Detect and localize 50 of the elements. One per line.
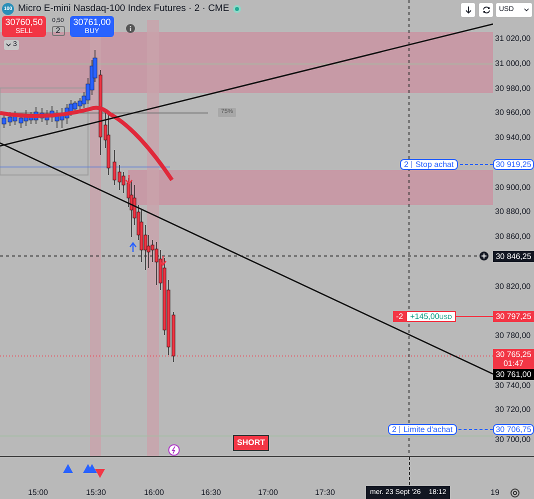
order-quantity: 2 [404,160,408,169]
short-signal-label: SHORT [233,435,269,451]
price-tick: 30 940,00 [495,133,531,143]
order-label[interactable]: 2 Stop achat [400,159,458,170]
order-type: Stop achat [415,160,454,169]
price-tick: 30 880,00 [495,207,531,218]
chevron-icon [6,43,11,47]
price-tick: 30 700,00 [495,435,531,445]
price-label: 30 765,25 01:47 [493,349,534,369]
order-label[interactable]: 2 Limite d'achat [388,424,457,435]
price-label: 30 797,25 [493,311,534,322]
order-quantity: 2 [392,425,396,434]
price-tick: 30 780,00 [495,331,531,341]
chevron-icon [524,8,529,12]
price-label: 30 761,00 [493,369,534,380]
refresh-button[interactable] [479,3,493,17]
time-tick: 17:30 [314,488,336,498]
time-tick: 17:00 [258,488,278,498]
price-tick: 30 820,00 [495,282,531,292]
price-tick: 31 000,00 [495,58,531,69]
down-triangle-icon [95,469,105,478]
price-tick: 30 720,00 [495,405,531,416]
time-tick: 15:00 [28,488,48,498]
position-quantity: -2 [393,311,406,322]
price-tick: 30 960,00 [495,108,531,118]
time-tick: 19 [490,488,500,498]
price-label: 30 706,75 [493,424,534,435]
download-button[interactable] [461,3,475,17]
price-tick: 31 020,00 [495,34,531,44]
down-arrow-icon [159,255,167,266]
chart-title: Micro E-mini Nasdaq-100 Index Futures · 2 · CME [18,2,230,16]
add-icon[interactable] [479,251,489,261]
time-tick: 15:30 [86,488,106,498]
price-tick: 30 900,00 [495,182,531,192]
time-tick: 16:30 [200,488,222,498]
price-label: 30 919,25 [493,159,534,170]
price-tick: 30 980,00 [495,84,531,94]
down-arrow-icon [125,174,133,186]
price-tick: 30 740,00 [495,380,531,390]
lightning-icon [168,444,180,456]
price-tick: 30 860,00 [495,232,531,242]
down-arrow-icon [464,6,472,14]
settings-icon[interactable] [510,488,520,498]
quantity-field[interactable]: 2 [52,26,64,36]
time-tick: 16:00 [144,488,164,498]
info-icon[interactable] [126,24,135,33]
refresh-icon [482,6,490,14]
price-label: 30 846,25 [493,251,534,262]
order-type: Limite d'achat [403,425,453,434]
up-arrow-icon [129,242,137,253]
